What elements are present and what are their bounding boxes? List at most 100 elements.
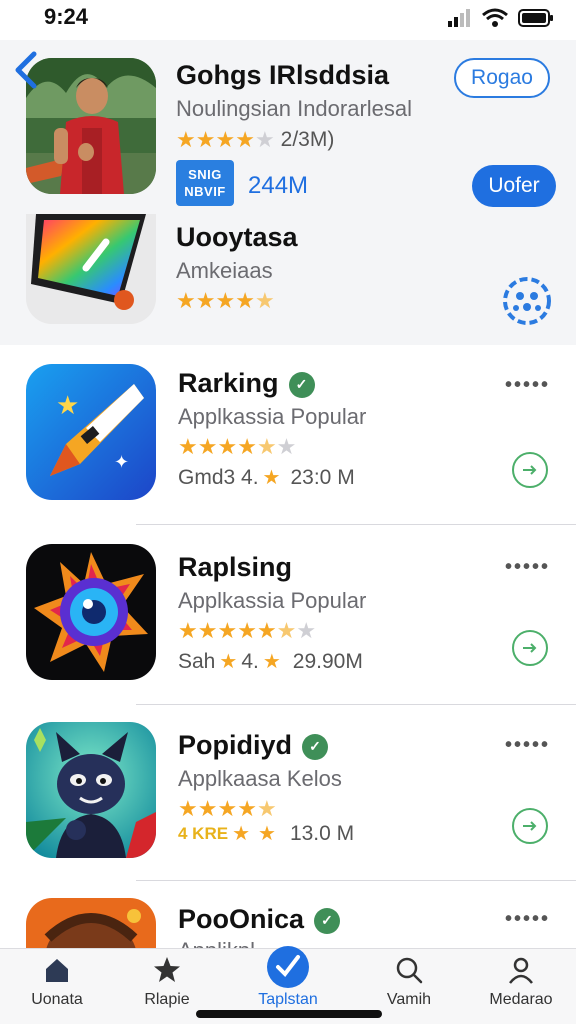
- profile-icon: [509, 957, 533, 984]
- star-half-icon: ★: [256, 434, 277, 459]
- tab-featured[interactable]: Rlapie: [112, 955, 222, 1009]
- tab-home[interactable]: Uonata: [2, 955, 112, 1009]
- back-chevron-icon[interactable]: [10, 50, 46, 90]
- star-icon: ★: [217, 434, 238, 459]
- featured-secondary-button[interactable]: Uofer: [472, 165, 556, 207]
- star-icon: ★: [197, 434, 218, 459]
- verified-icon: ✓: [314, 907, 341, 934]
- more-options-icon[interactable]: •••••: [505, 556, 550, 579]
- app-meta-text: Sah: [178, 650, 216, 673]
- second-app-subtitle: Amkeiaas: [176, 258, 273, 283]
- star-icon: ★: [237, 434, 257, 459]
- more-options-icon[interactable]: •••••: [505, 374, 550, 397]
- star-icon: ★: [235, 127, 255, 152]
- featured-badge: SNIG NBVIF: [176, 160, 234, 206]
- star-icon: [154, 957, 180, 982]
- star-empty-icon: ★: [276, 434, 297, 459]
- app-title-text: Rarking: [178, 368, 279, 398]
- app-size: 13.0 M: [289, 822, 355, 845]
- star-empty-icon: ★: [296, 618, 317, 643]
- app-meta: Sah ★ 4. ★ 29.90M: [178, 650, 363, 674]
- star-icon: ★: [215, 288, 236, 313]
- go-arrow-button[interactable]: [512, 808, 548, 844]
- star-icon: ★: [237, 796, 257, 821]
- app-rating: ★ ★ ★ ★ ★: [178, 798, 277, 820]
- featured-rating: ★ ★ ★ ★ ★ 2/3M): [176, 128, 334, 152]
- tab-search[interactable]: Vamih: [354, 955, 464, 1009]
- apps-icon: [267, 946, 309, 988]
- star-icon: ★: [232, 823, 251, 845]
- star-icon: ★: [262, 651, 281, 673]
- tab-apps[interactable]: Taplstan: [233, 946, 343, 1009]
- app-icon-rarking[interactable]: ★ ✦: [26, 364, 156, 500]
- tab-label: Rlapie: [144, 991, 190, 1008]
- arrow-right-icon: [523, 465, 537, 475]
- tab-profile[interactable]: Medarao: [466, 955, 576, 1009]
- home-icon: [46, 959, 68, 982]
- star-icon: ★: [178, 618, 198, 643]
- app-icon-popidiyd[interactable]: [26, 722, 156, 858]
- app-size: 23:0 M: [290, 466, 355, 489]
- go-arrow-button[interactable]: [512, 630, 548, 666]
- star-icon: ★: [235, 288, 255, 313]
- featured-subtitle: Noulingsian Indorarlesal: [176, 96, 413, 121]
- app-title: Raplsing: [178, 552, 292, 583]
- featured-size: 244M: [248, 172, 309, 199]
- star-icon: ★: [219, 651, 238, 673]
- star-icon: ★: [197, 796, 218, 821]
- star-icon: ★: [195, 127, 216, 152]
- second-app-rating: ★ ★ ★ ★ ★: [176, 290, 275, 312]
- status-bar: 9:24: [0, 0, 576, 40]
- divider: [136, 524, 576, 525]
- app-rating: ★ ★ ★ ★ ★ ★ ★: [178, 620, 316, 642]
- app-title: PooOnica ✓: [178, 904, 341, 935]
- app-rating: ★ ★ ★ ★ ★ ★: [178, 436, 296, 458]
- svg-text:✦: ✦: [114, 452, 129, 473]
- signal-icon: [448, 9, 470, 27]
- app-icon-raplsing[interactable]: [26, 544, 156, 680]
- divider: [136, 704, 576, 705]
- star-icon: ★: [258, 823, 276, 845]
- app-title: Popidiyd ✓: [178, 730, 328, 761]
- second-app-icon[interactable]: [26, 214, 156, 324]
- star-half-icon: ★: [254, 288, 275, 313]
- verified-icon: ✓: [302, 733, 328, 760]
- star-icon: ★: [217, 618, 238, 643]
- star-half-icon: ★: [276, 618, 297, 643]
- featured-rating-count: 2/3M): [280, 128, 335, 151]
- app-meta-text: Gmd3 4.: [178, 466, 259, 489]
- app-subtitle: Applkassia Popular: [178, 588, 367, 613]
- network-icon[interactable]: [502, 276, 552, 326]
- arrow-right-icon: [523, 821, 537, 831]
- star-icon: ★: [256, 618, 277, 643]
- featured-title: Gohgs IRlsddsia: [176, 60, 390, 90]
- star-icon: ★: [237, 618, 257, 643]
- app-title-text: Popidiyd: [178, 730, 292, 760]
- arrow-right-icon: [523, 643, 537, 653]
- badge-line-2: NBVIF: [184, 184, 226, 199]
- more-options-icon[interactable]: •••••: [505, 908, 550, 931]
- second-app-title: Uooytasa: [176, 222, 298, 252]
- app-subtitle: Applkaasa Kelos: [178, 766, 342, 791]
- app-meta-mid: 4.: [241, 650, 259, 673]
- go-arrow-button[interactable]: [512, 452, 548, 488]
- star-icon: ★: [262, 467, 281, 489]
- status-time: 9:24: [44, 4, 89, 29]
- app-title-text: Raplsing: [178, 552, 293, 582]
- more-options-icon[interactable]: •••••: [505, 734, 550, 757]
- svg-text:★: ★: [56, 391, 79, 421]
- tab-label: Uonata: [31, 991, 83, 1008]
- star-half-icon: ★: [256, 796, 277, 821]
- app-title-text: PooOnica: [178, 904, 305, 934]
- tab-label: Taplstan: [258, 991, 318, 1008]
- star-icon: ★: [178, 434, 198, 459]
- home-indicator[interactable]: [196, 1010, 382, 1018]
- star-icon: ★: [178, 796, 198, 821]
- star-empty-icon: ★: [254, 127, 275, 152]
- battery-icon: [518, 9, 553, 27]
- star-icon: ★: [195, 288, 216, 313]
- star-icon: ★: [215, 127, 236, 152]
- star-icon: ★: [197, 618, 218, 643]
- featured-primary-button[interactable]: Rogao: [454, 58, 550, 98]
- tab-label: Medarao: [489, 991, 553, 1008]
